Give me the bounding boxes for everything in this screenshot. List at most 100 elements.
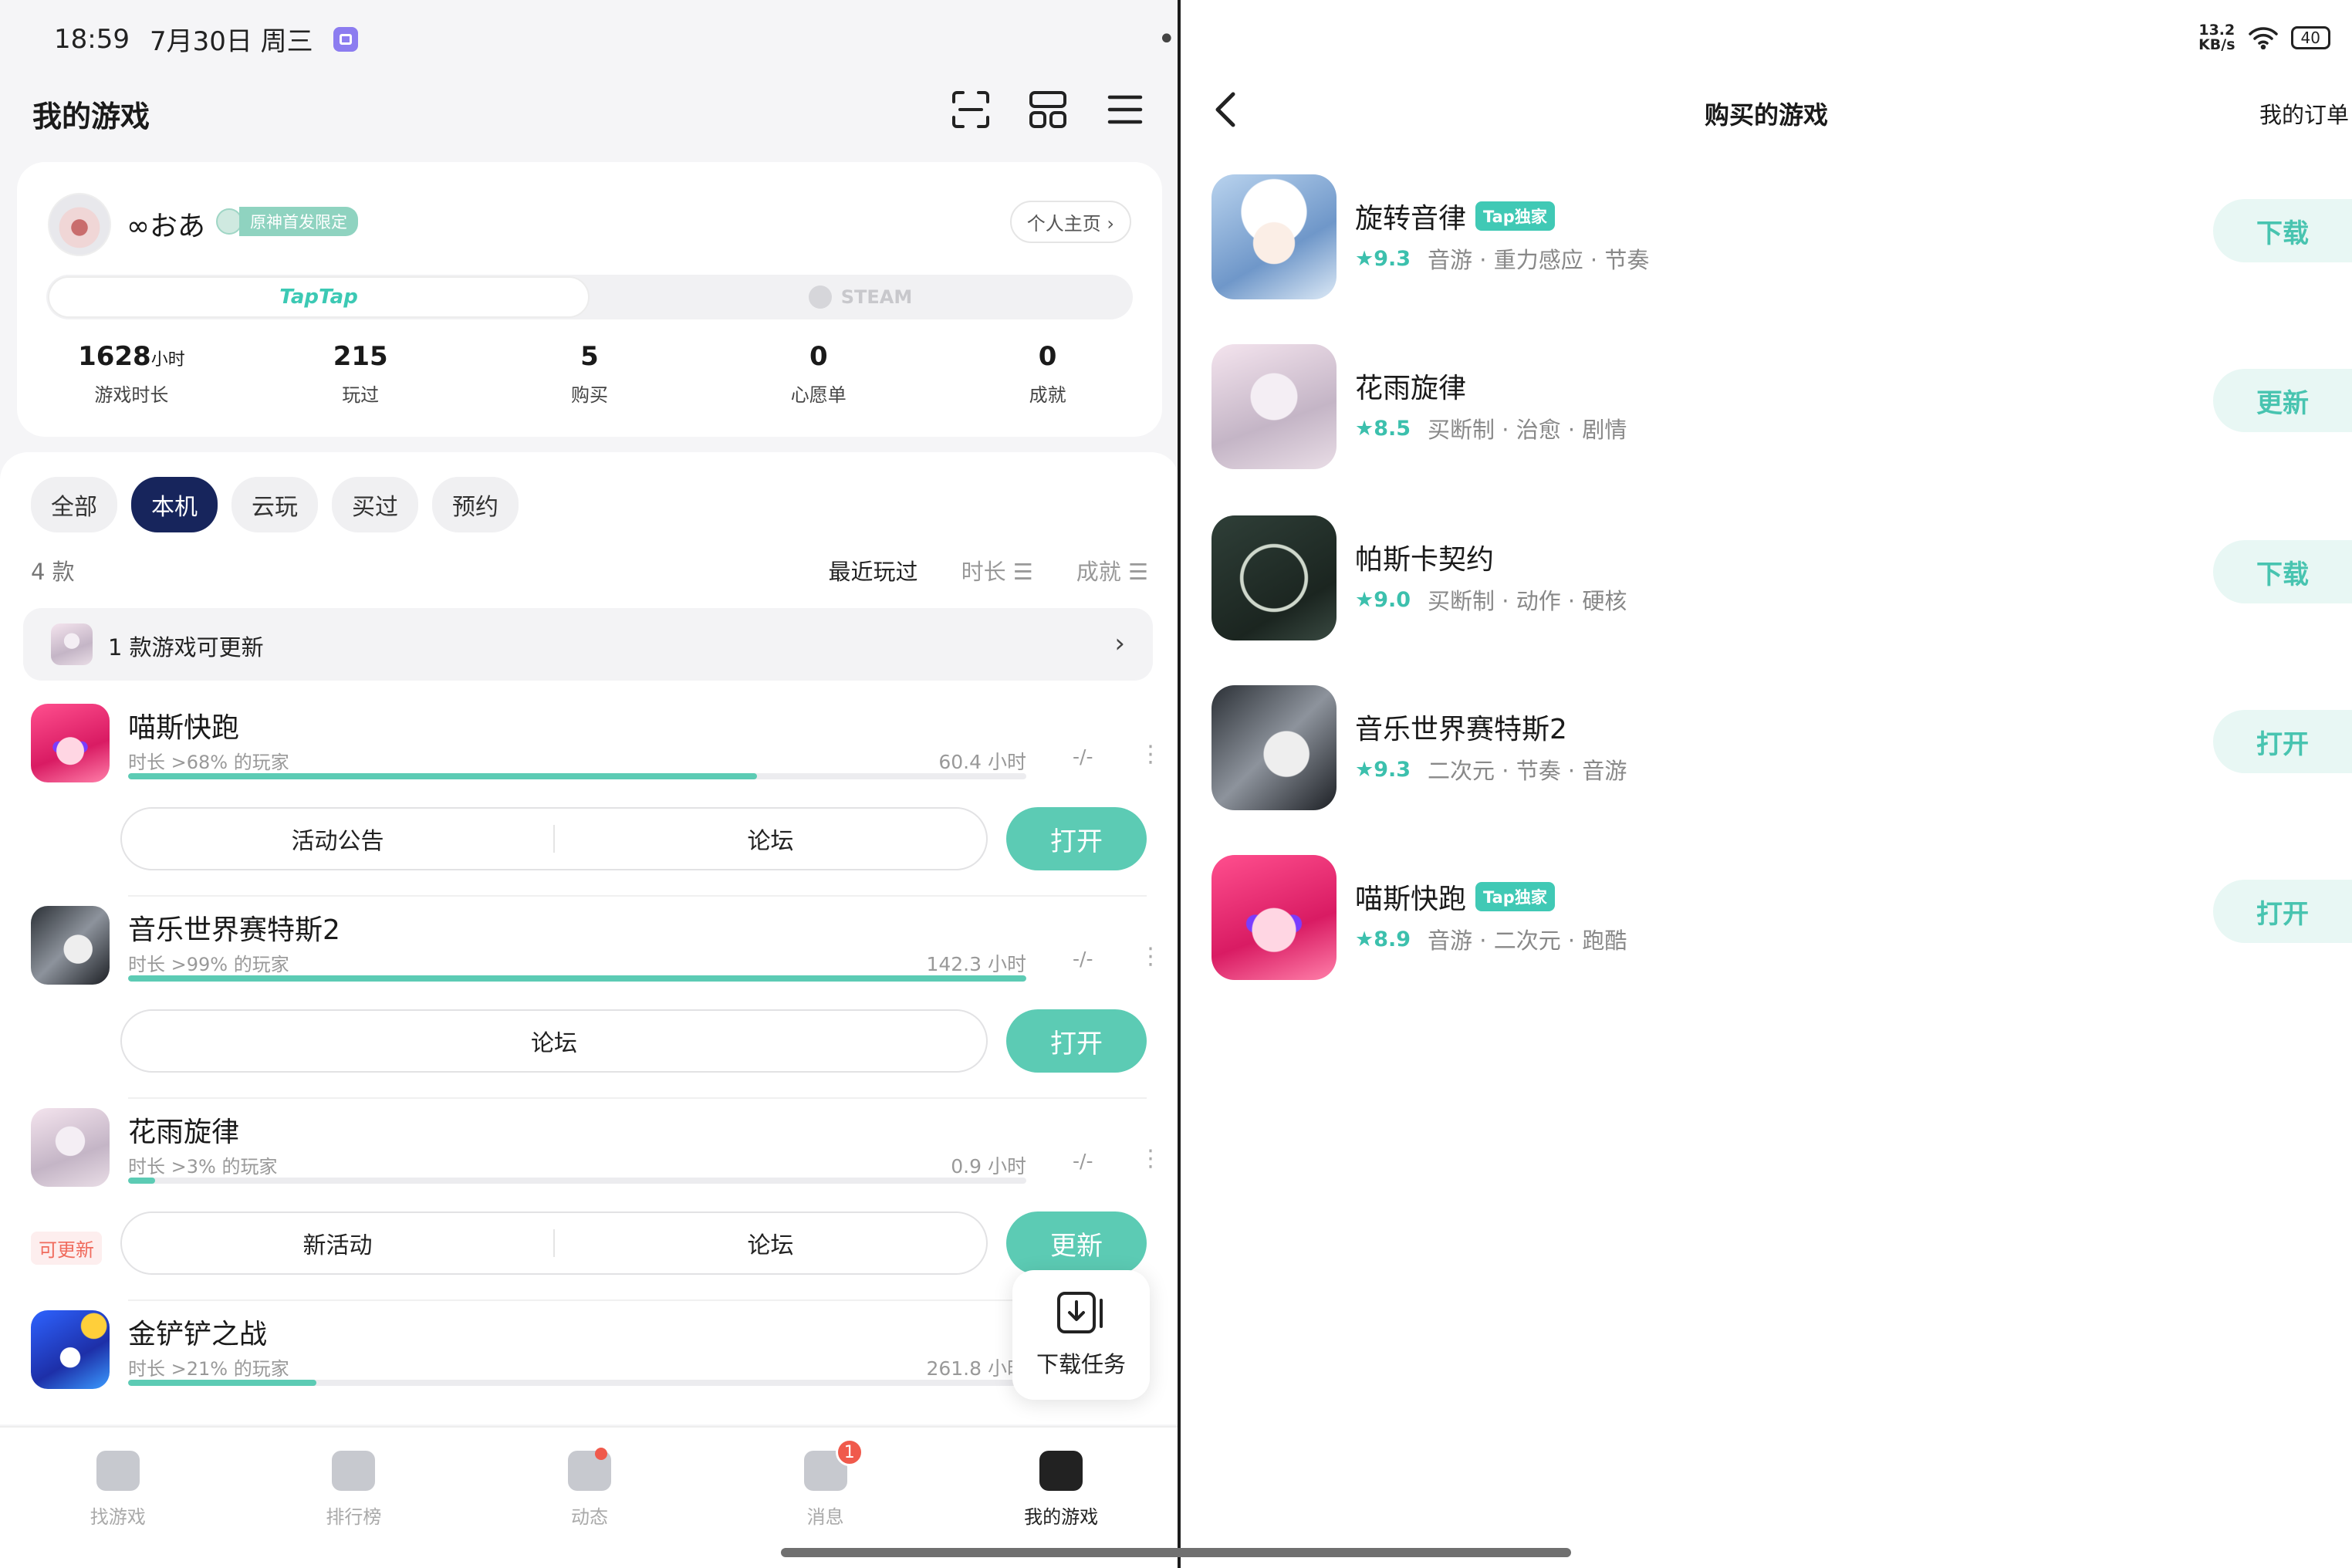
sort-achievement[interactable]: 成就 ☰ (1076, 554, 1148, 586)
game-icon[interactable] (1211, 685, 1337, 810)
update-banner[interactable]: 1 款游戏可更新 › (23, 608, 1153, 681)
more-icon[interactable]: ⋮ (1139, 741, 1162, 768)
row-divider (128, 1097, 1147, 1099)
net-speed: 13.2 KB/s (2198, 23, 2235, 52)
platform-tab-steam[interactable]: STEAM (590, 275, 1131, 319)
filter-tab-cloud[interactable]: 云玩 (231, 477, 318, 532)
filter-tab-local[interactable]: 本机 (131, 477, 218, 532)
avatar[interactable] (48, 193, 111, 256)
open-button[interactable]: 打开 (1006, 1009, 1147, 1073)
game-icon[interactable] (31, 906, 110, 985)
nav-my-games[interactable]: 我的游戏 (943, 1428, 1179, 1568)
tap-exclusive-badge: Tap独家 (1475, 882, 1555, 911)
purchased-game-row[interactable]: 花雨旋律 ★8.5 买断制 · 治愈 · 剧情 更新 (1181, 344, 2352, 471)
stat-label: 心愿单 (790, 384, 847, 406)
homepage-button[interactable]: 个人主页 › (1009, 201, 1131, 243)
update-button[interactable]: 更新 (1006, 1211, 1147, 1275)
badge-avatar-icon (216, 208, 242, 235)
new-event-button[interactable]: 新活动 (122, 1226, 553, 1260)
nav-feed[interactable]: 动态 (471, 1428, 708, 1568)
open-button[interactable]: 打开 (2213, 710, 2352, 773)
game-icon[interactable] (1211, 344, 1337, 469)
forum-button[interactable]: 论坛 (122, 1024, 986, 1058)
game-icon[interactable] (1211, 174, 1337, 299)
stat-purchased[interactable]: 5 购买 (475, 341, 705, 407)
update-button[interactable]: 更新 (2213, 369, 2352, 432)
stat-playtime[interactable]: 1628小时 游戏时长 (17, 341, 246, 407)
status-icons: 13.2 KB/s 40 (2198, 23, 2330, 52)
purchased-games-pane: 13.2 KB/s 40 购买的游戏 我的订单 旋转音律 Tap独家 ★9.3 … (1181, 0, 2352, 1568)
game-count: 4 款 (31, 559, 75, 585)
updatable-badge: 可更新 (31, 1232, 102, 1265)
game-icon[interactable] (31, 1108, 110, 1187)
more-icon[interactable]: ⋮ (1139, 943, 1162, 970)
game-name: 花雨旋律 (1355, 373, 1467, 404)
purchased-game-row[interactable]: 旋转音律 Tap独家 ★9.3 音游 · 重力感应 · 节奏 下载 (1181, 174, 2352, 301)
filter-tab-all[interactable]: 全部 (31, 477, 117, 532)
download-task-button[interactable]: 下载任务 (1012, 1270, 1150, 1400)
game-rating: ★9.0 (1355, 587, 1411, 612)
purchased-game-row[interactable]: 喵斯快跑 Tap独家 ★8.9 音游 · 二次元 · 跑酷 打开 (1181, 855, 2352, 982)
game-meta: ★9.3 二次元 · 节奏 · 音游 (1355, 753, 1627, 786)
menu-icon[interactable] (1103, 88, 1147, 131)
nav-ranking[interactable]: 排行榜 (236, 1428, 472, 1568)
steam-icon (808, 286, 832, 309)
download-button[interactable]: 下载 (2213, 540, 2352, 603)
playtime-bar (128, 1380, 1026, 1386)
download-task-label: 下载任务 (1036, 1351, 1126, 1377)
home-indicator[interactable] (781, 1548, 1571, 1557)
profile-stats: 1628小时 游戏时长 215 玩过 5 购买 0 心愿单 0 成就 (17, 341, 1162, 407)
game-hours: 0.9 小时 (951, 1155, 1026, 1178)
stat-label: 游戏时长 (94, 384, 169, 406)
my-orders-link[interactable]: 我的订单 (2259, 97, 2349, 130)
nav-label: 排行榜 (326, 1506, 382, 1528)
game-name: 喵斯快跑 (1355, 884, 1467, 915)
game-hours: 261.8 小时 (926, 1357, 1026, 1380)
stat-value: 0 (1038, 341, 1057, 372)
filter-tab-reserved[interactable]: 预约 (432, 477, 519, 532)
game-icon[interactable] (31, 704, 110, 782)
forum-button[interactable]: 论坛 (555, 822, 986, 856)
stat-wishlist[interactable]: 0 心愿单 (704, 341, 933, 407)
forum-button[interactable]: 论坛 (555, 1226, 986, 1260)
platform-tab-taptap[interactable]: TapTap (48, 276, 590, 318)
open-button[interactable]: 打开 (2213, 880, 2352, 943)
game-icon[interactable] (1211, 515, 1337, 640)
game-icon[interactable] (1211, 855, 1337, 980)
download-button[interactable]: 下载 (2213, 199, 2352, 262)
profile-card: ∞おあ 原神首发限定 个人主页 › TapTap STEAM 1628小时 游戏… (17, 162, 1162, 437)
open-button[interactable]: 打开 (1006, 807, 1147, 870)
game-title: 帕斯卡契约 (1355, 537, 1494, 577)
game-icon[interactable] (31, 1310, 110, 1389)
game-playtime-rank: 时长 >3% 的玩家 (128, 1156, 278, 1178)
badge-label: 原神首发限定 (239, 207, 358, 236)
game-meta: ★9.3 音游 · 重力感应 · 节奏 (1355, 242, 1649, 275)
game-name: 帕斯卡契约 (1355, 544, 1495, 576)
sort-recent[interactable]: 最近玩过 (829, 554, 918, 586)
game-tags: 音游 · 二次元 · 跑酷 (1428, 928, 1627, 954)
stat-played[interactable]: 215 玩过 (246, 341, 475, 407)
game-rating: ★8.5 (1355, 416, 1411, 441)
playtime-bar (128, 1178, 1026, 1184)
username: ∞おあ (127, 211, 205, 242)
filter-tab-bought[interactable]: 买过 (332, 477, 418, 532)
event-notice-button[interactable]: 活动公告 (122, 822, 553, 856)
scan-icon[interactable] (949, 88, 992, 131)
stat-achievements[interactable]: 0 成就 (933, 341, 1162, 407)
layout-grid-icon[interactable] (1026, 88, 1070, 131)
game-title: 旋转音律 Tap独家 (1355, 196, 1555, 236)
game-row: 喵斯快跑 时长 >68% 的玩家 60.4 小时 -/- ⋮ 活动公告 论坛 打… (0, 704, 1179, 906)
nav-messages[interactable]: 1 消息 (708, 1428, 944, 1568)
user-title-badge[interactable]: 原神首发限定 (216, 207, 358, 236)
more-icon[interactable]: ⋮ (1139, 1145, 1162, 1172)
purchased-game-row[interactable]: 帕斯卡契约 ★9.0 买断制 · 动作 · 硬核 下载 (1181, 515, 2352, 642)
playtime-bar (128, 773, 1026, 779)
game-name: 花雨旋律 (128, 1117, 240, 1148)
playtime-bar-fill (128, 975, 1026, 982)
game-playtime-rank: 时长 >99% 的玩家 (128, 954, 289, 975)
game-title: 喵斯快跑 Tap独家 (1355, 877, 1555, 917)
purchased-game-row[interactable]: 音乐世界赛特斯2 ★9.3 二次元 · 节奏 · 音游 打开 (1181, 685, 2352, 812)
status-time: 18:59 (54, 23, 130, 55)
nav-find-games[interactable]: 找游戏 (0, 1428, 236, 1568)
sort-duration[interactable]: 时长 ☰ (961, 554, 1033, 586)
